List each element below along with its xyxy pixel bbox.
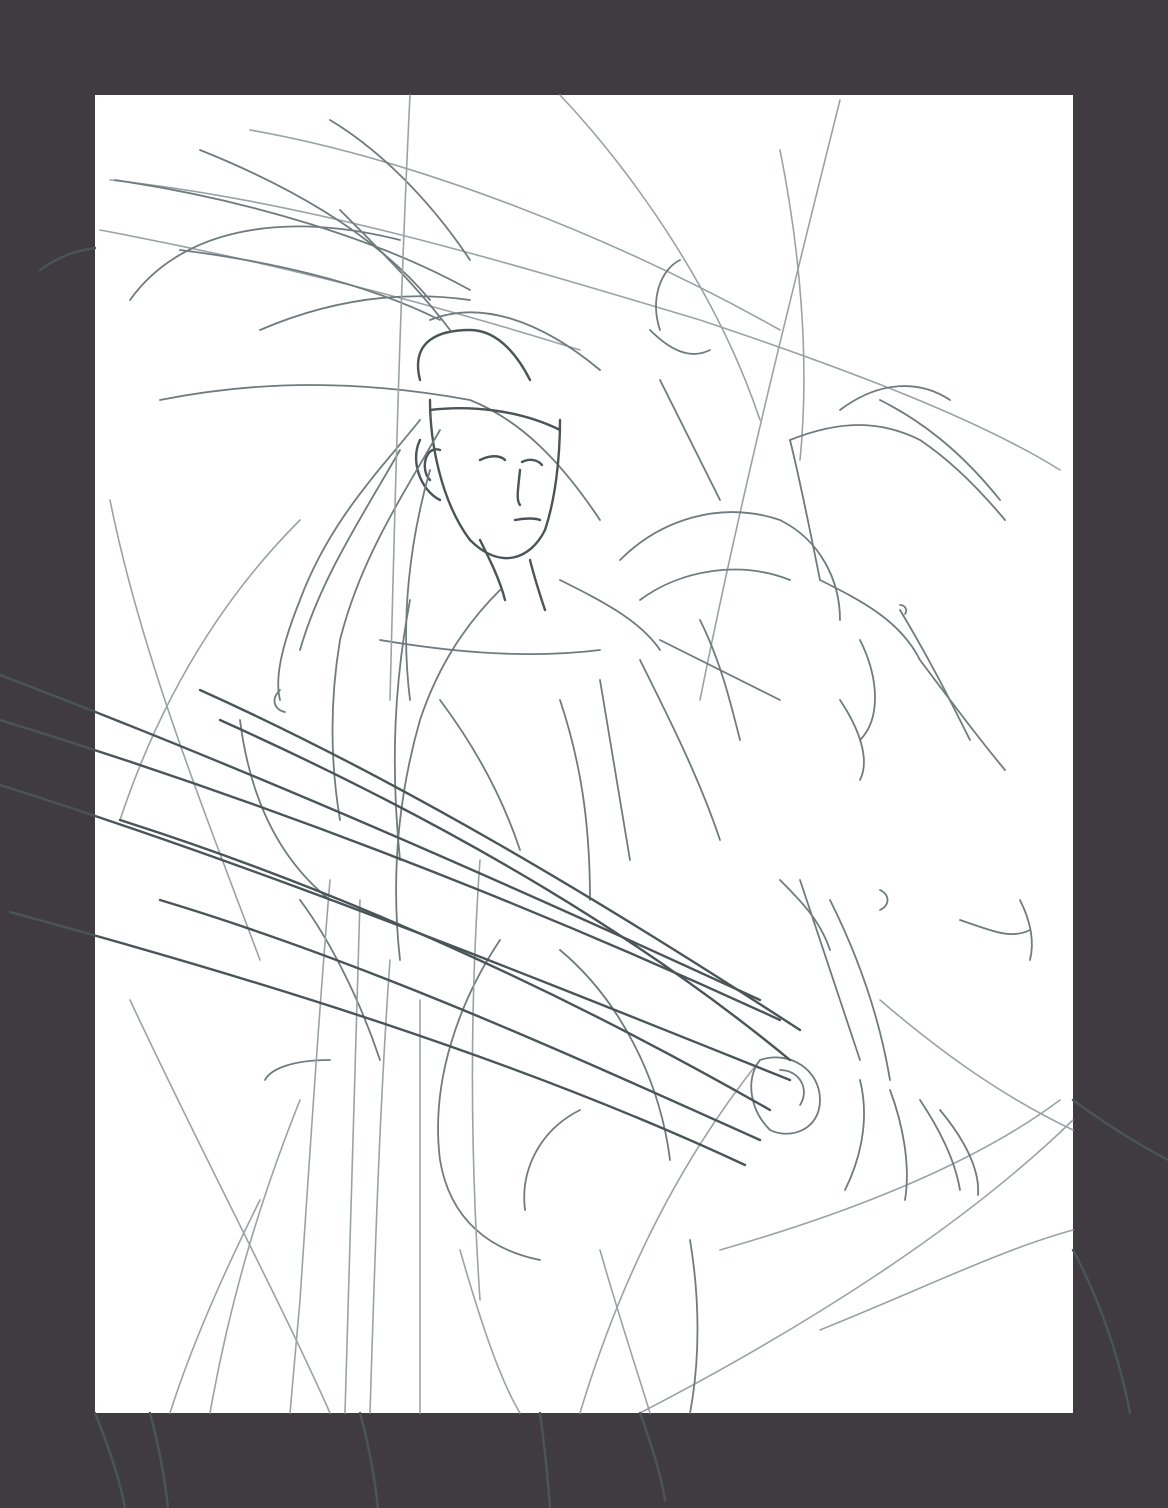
drawing-paper <box>95 95 1073 1413</box>
canvas-workspace <box>0 0 1168 1508</box>
sketch-artwork <box>0 0 1168 1508</box>
